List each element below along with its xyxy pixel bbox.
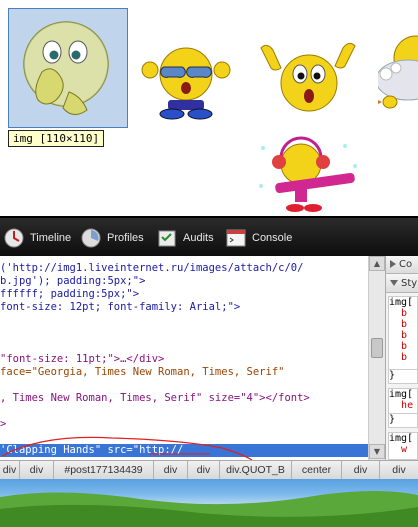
code-line[interactable]: "font-size: 11pt;">…</div> <box>0 353 164 366</box>
code-line[interactable]: ffffff; padding:5px;"> <box>0 288 139 301</box>
desktop-wallpaper <box>0 479 418 527</box>
code-line[interactable]: , Times New Roman, Times, Serif" size="4… <box>0 392 310 405</box>
code-line[interactable]: face="Georgia, Times New Roman, Times, S… <box>0 366 284 379</box>
scroll-down-icon[interactable]: ▼ <box>369 444 385 459</box>
breadcrumb-item[interactable]: div <box>20 461 54 479</box>
shy-emoticon-icon[interactable] <box>14 12 124 127</box>
style-rule-close: } <box>388 370 418 384</box>
winter-emoticon-icon <box>259 136 357 212</box>
sunglasses-emoticon-icon <box>141 47 231 120</box>
code-line[interactable]: font-size: 12pt; font-family: Arial;"> <box>0 301 240 314</box>
tab-console[interactable]: Console <box>225 226 292 250</box>
red-annotation-scribble <box>1 436 253 460</box>
devtools-toolbar: Timeline Profiles Audits Console <box>0 216 418 256</box>
style-rule[interactable]: img[ w <box>388 432 418 460</box>
wallpaper-hills <box>0 491 418 527</box>
code-line[interactable]: ('http://img1.liveinternet.ru/images/att… <box>0 262 303 275</box>
elements-source-pane[interactable]: ('http://img1.liveinternet.ru/images/att… <box>0 256 368 460</box>
styles-sidebar: Co Sty img[ b b b b b } img[ he } img[ w <box>385 256 418 460</box>
breadcrumb-item[interactable]: div <box>188 461 220 479</box>
tab-audits[interactable]: Audits <box>156 226 214 250</box>
breadcrumb-item[interactable]: div <box>380 461 418 479</box>
code-line[interactable]: b.jpg'); padding:5px;"> <box>0 275 145 288</box>
computed-style-section[interactable]: Co <box>386 256 418 274</box>
breadcrumb-item[interactable]: div <box>342 461 380 479</box>
bathtub-emoticon-icon <box>378 35 418 109</box>
styles-section[interactable]: Sty <box>386 275 418 293</box>
surprised-emoticon-icon <box>260 42 356 112</box>
scrollbar-thumb[interactable] <box>371 338 383 358</box>
tab-timeline[interactable]: Timeline <box>3 226 71 250</box>
style-rule[interactable]: img[ he <box>388 388 418 414</box>
style-rule-close: } <box>388 414 418 428</box>
tab-audits-label: Audits <box>183 232 214 244</box>
code-line[interactable]: > <box>0 418 6 431</box>
developer-tools-panel: Timeline Profiles Audits Console ('http:… <box>0 216 418 479</box>
breadcrumb-item[interactable]: div <box>0 461 20 479</box>
style-rule[interactable]: img[ b b b b b <box>388 296 418 370</box>
source-scrollbar[interactable]: ▲ ▼ <box>368 256 385 460</box>
breadcrumb-item[interactable]: div <box>154 461 188 479</box>
expand-triangle-icon <box>390 280 398 286</box>
scroll-up-icon[interactable]: ▲ <box>369 256 385 271</box>
breadcrumb-item[interactable]: center <box>292 461 342 479</box>
breadcrumb-item[interactable]: #post177134439 <box>54 461 154 479</box>
breadcrumb-item[interactable]: div.QUOT_B <box>220 461 292 479</box>
tab-profiles[interactable]: Profiles <box>80 226 144 250</box>
dom-breadcrumb: div div #post177134439 div div div.QUOT_… <box>0 460 418 479</box>
tab-timeline-label: Timeline <box>30 232 72 244</box>
tab-console-label: Console <box>252 232 293 244</box>
element-size-tooltip: img [110×110] <box>8 130 105 147</box>
collapse-triangle-icon <box>390 260 396 268</box>
profiles-icon <box>81 228 101 248</box>
webpage-content: img [110×110] <box>0 0 418 216</box>
tab-profiles-label: Profiles <box>107 232 144 244</box>
audits-icon <box>158 230 176 247</box>
console-icon <box>226 229 246 247</box>
timeline-icon <box>4 228 24 248</box>
